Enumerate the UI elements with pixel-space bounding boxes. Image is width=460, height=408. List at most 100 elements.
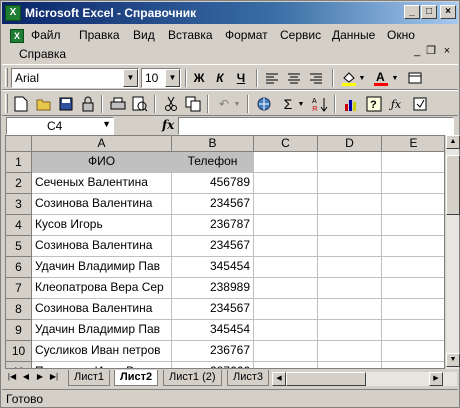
- scroll-down-icon[interactable]: ▼: [446, 353, 460, 367]
- cell-b10[interactable]: 236767: [172, 341, 254, 362]
- cell-a2[interactable]: Сеченых Валентина: [32, 173, 172, 194]
- cell-c3[interactable]: [254, 194, 318, 215]
- cell-d5[interactable]: [318, 236, 382, 257]
- hyperlink-icon[interactable]: [254, 94, 274, 114]
- cell-a7[interactable]: Клеопатрова Вера Сер: [32, 278, 172, 299]
- cell-a8[interactable]: Созинова Валентина: [32, 299, 172, 320]
- sheet-tab-4[interactable]: Лист3: [227, 370, 270, 386]
- font-color-icon[interactable]: A: [371, 68, 391, 88]
- cell-c10[interactable]: [254, 341, 318, 362]
- cell-c4[interactable]: [254, 215, 318, 236]
- cell-c5[interactable]: [254, 236, 318, 257]
- cell-e2[interactable]: [382, 173, 444, 194]
- name-box[interactable]: C4 ▼: [6, 117, 114, 135]
- toolbar-options-icon[interactable]: [410, 94, 430, 114]
- cell-d7[interactable]: [318, 278, 382, 299]
- cell-d1[interactable]: [318, 152, 382, 173]
- chevron-down-icon[interactable]: ▼: [102, 119, 111, 129]
- cell-b1[interactable]: Телефон: [172, 152, 254, 173]
- permission-icon[interactable]: [78, 94, 98, 114]
- row-header[interactable]: 9: [6, 320, 32, 341]
- fill-color-icon[interactable]: [339, 68, 359, 88]
- cell-d6[interactable]: [318, 257, 382, 278]
- menu-window[interactable]: Окно: [387, 28, 415, 42]
- align-left-icon[interactable]: [262, 68, 282, 88]
- italic-button[interactable]: К: [210, 68, 230, 88]
- menu-edit[interactable]: Правка: [79, 28, 120, 42]
- column-header-c[interactable]: C: [254, 136, 318, 152]
- cell-d10[interactable]: [318, 341, 382, 362]
- minimize-button[interactable]: _: [404, 5, 420, 19]
- cell-e5[interactable]: [382, 236, 444, 257]
- open-folder-icon[interactable]: [34, 94, 54, 114]
- chart-wizard-icon[interactable]: [341, 94, 361, 114]
- underline-button[interactable]: Ч: [231, 68, 251, 88]
- chevron-down-icon[interactable]: ▼: [296, 94, 306, 114]
- cell-c7[interactable]: [254, 278, 318, 299]
- cell-d2[interactable]: [318, 173, 382, 194]
- row-header[interactable]: 2: [6, 173, 32, 194]
- close-button[interactable]: ×: [440, 5, 456, 19]
- undo-icon[interactable]: ↶: [214, 94, 234, 114]
- cell-a5[interactable]: Созинова Валентина: [32, 236, 172, 257]
- align-center-icon[interactable]: [284, 68, 304, 88]
- cell-b4[interactable]: 236787: [172, 215, 254, 236]
- insert-function-icon[interactable]: ƒx: [386, 94, 406, 114]
- cell-d11[interactable]: [318, 362, 382, 368]
- cell-a3[interactable]: Созинова Валентина: [32, 194, 172, 215]
- sort-ascending-icon[interactable]: AЯ: [310, 94, 330, 114]
- menu-tools[interactable]: Сервис: [280, 28, 321, 42]
- row-header[interactable]: 7: [6, 278, 32, 299]
- excel-app-icon[interactable]: X: [5, 5, 21, 21]
- column-header-b[interactable]: B: [172, 136, 254, 152]
- scroll-left-icon[interactable]: ◀: [272, 372, 286, 386]
- menu-view[interactable]: Вид: [133, 28, 155, 42]
- cell-b11[interactable]: 287666: [172, 362, 254, 368]
- font-size-select[interactable]: 10 ▼: [141, 68, 181, 88]
- cell-d4[interactable]: [318, 215, 382, 236]
- menu-insert[interactable]: Вставка: [168, 28, 213, 42]
- cell-c1[interactable]: [254, 152, 318, 173]
- toolbar-options-icon[interactable]: [405, 68, 425, 88]
- worksheet-grid[interactable]: A B C D E 1 ФИО Телефон 2 Сеченых Валентина 4…: [5, 135, 445, 369]
- menu-format[interactable]: Формат: [225, 28, 268, 42]
- cell-a11[interactable]: Подушкин Иван Виктор: [32, 362, 172, 368]
- first-sheet-icon[interactable]: |◀: [6, 372, 18, 381]
- autosum-icon[interactable]: Σ: [278, 94, 298, 114]
- fx-icon[interactable]: fx: [162, 118, 174, 132]
- new-document-icon[interactable]: [11, 94, 31, 114]
- chevron-down-icon[interactable]: ▼: [390, 68, 400, 88]
- print-icon[interactable]: [108, 94, 128, 114]
- cell-e11[interactable]: [382, 362, 444, 368]
- row-header[interactable]: 3: [6, 194, 32, 215]
- column-header-a[interactable]: A: [32, 136, 172, 152]
- print-preview-icon[interactable]: [130, 94, 150, 114]
- cell-b8[interactable]: 234567: [172, 299, 254, 320]
- chevron-down-icon[interactable]: ▼: [232, 94, 242, 114]
- row-header[interactable]: 6: [6, 257, 32, 278]
- align-right-icon[interactable]: [306, 68, 326, 88]
- sheet-tab-3[interactable]: Лист1 (2): [163, 370, 222, 386]
- chevron-down-icon[interactable]: ▼: [165, 69, 180, 87]
- cell-d9[interactable]: [318, 320, 382, 341]
- cut-icon[interactable]: [161, 94, 181, 114]
- scroll-up-icon[interactable]: ▲: [446, 135, 460, 149]
- cell-b5[interactable]: 234567: [172, 236, 254, 257]
- cell-e7[interactable]: [382, 278, 444, 299]
- cell-b6[interactable]: 345454: [172, 257, 254, 278]
- cell-b2[interactable]: 456789: [172, 173, 254, 194]
- cell-e3[interactable]: [382, 194, 444, 215]
- workbook-icon[interactable]: X: [10, 29, 24, 43]
- last-sheet-icon[interactable]: ▶|: [48, 372, 60, 381]
- scroll-right-icon[interactable]: ▶: [429, 372, 443, 386]
- mdi-close-button[interactable]: ×: [440, 45, 454, 59]
- menu-help[interactable]: Справка: [19, 47, 66, 61]
- select-all-corner[interactable]: [6, 136, 32, 152]
- help-icon[interactable]: ?: [364, 94, 384, 114]
- vertical-scrollbar[interactable]: ▲ ▼: [445, 135, 460, 369]
- maximize-button[interactable]: □: [421, 5, 437, 19]
- column-header-d[interactable]: D: [318, 136, 382, 152]
- row-header[interactable]: 11: [6, 362, 32, 368]
- cell-c9[interactable]: [254, 320, 318, 341]
- cell-e1[interactable]: [382, 152, 444, 173]
